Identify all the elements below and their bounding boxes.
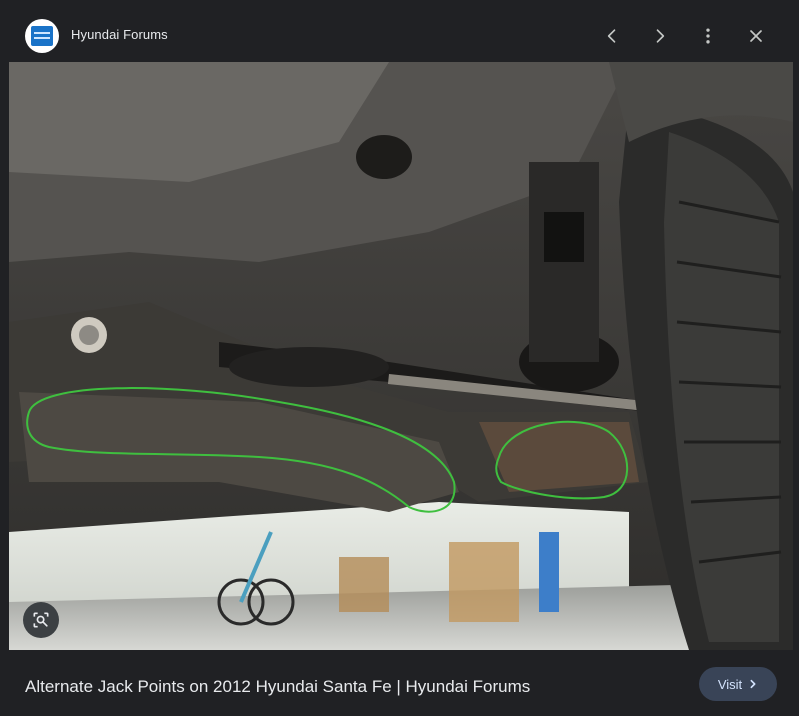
- chevron-right-icon: [656, 29, 665, 43]
- hyundai-forums-logo-icon: [31, 26, 53, 46]
- next-button[interactable]: [642, 18, 678, 54]
- lens-search-icon: [33, 612, 49, 628]
- chevron-left-icon: [607, 29, 616, 43]
- image-caption[interactable]: Alternate Jack Points on 2012 Hyundai Sa…: [25, 677, 530, 697]
- source-logo[interactable]: [25, 19, 59, 53]
- lens-search-button[interactable]: [23, 602, 59, 638]
- preview-image[interactable]: [9, 62, 793, 650]
- more-vert-icon: [706, 28, 710, 44]
- viewer-header: Hyundai Forums: [0, 10, 799, 62]
- visit-button[interactable]: Visit: [699, 667, 777, 701]
- chevron-right-icon: [750, 679, 756, 689]
- close-icon: [750, 30, 762, 42]
- close-button[interactable]: [738, 18, 774, 54]
- visit-button-label: Visit: [717, 676, 743, 692]
- source-name[interactable]: Hyundai Forums: [71, 27, 168, 42]
- image-viewer-panel: Hyundai Forums Alternate Jack Points on …: [0, 0, 799, 716]
- vehicle-underside-photo: [9, 62, 793, 650]
- more-options-button[interactable]: [690, 18, 726, 54]
- previous-button[interactable]: [594, 18, 630, 54]
